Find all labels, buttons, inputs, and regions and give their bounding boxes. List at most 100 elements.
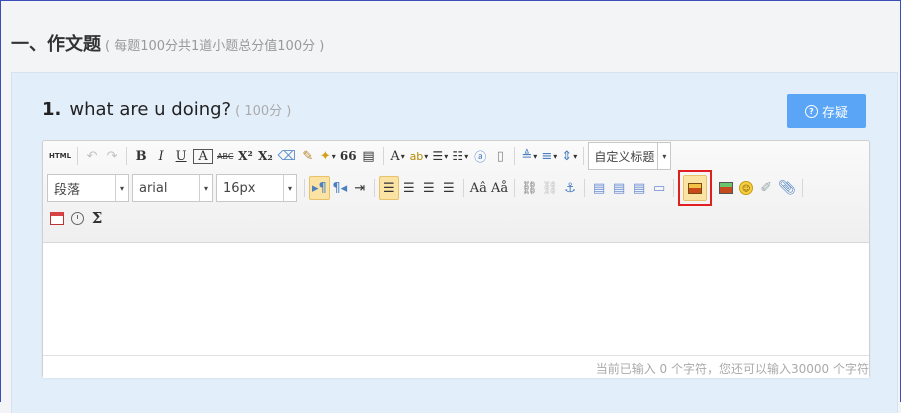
toolbar-separator <box>514 179 516 197</box>
toolbar-row-3: Σ <box>47 204 107 232</box>
line-spacing-icon[interactable]: ≜ ▾ <box>519 146 539 166</box>
paragraph-spacing-icon[interactable]: ≡ ▾ <box>539 146 559 166</box>
blockquote-button[interactable]: 66 <box>338 146 359 166</box>
align-center-icon[interactable]: ☰ <box>399 178 419 198</box>
question-points: ( 100分 ) <box>235 104 292 119</box>
unordered-list-icon[interactable]: ☷ ▾ <box>450 146 470 166</box>
smiley-icon: ☺ <box>739 181 754 195</box>
uppercase-icon[interactable]: Aâ <box>468 178 489 198</box>
ordered-list-icon[interactable]: ☰ ▾ <box>430 146 450 166</box>
insert-text-icon[interactable]: ⓐ <box>470 146 490 166</box>
font-color-button[interactable]: A ▾ <box>388 146 408 166</box>
rtl-direction-icon[interactable]: ¶◂ <box>330 178 350 198</box>
multi-image-icon <box>719 182 734 194</box>
doubt-button-label: 存疑 <box>821 105 848 121</box>
mark-doubt-button[interactable]: ? 存疑 <box>787 94 866 128</box>
underline-button[interactable]: U <box>171 146 191 166</box>
row-spacing-icon[interactable]: ⇕ ▾ <box>559 146 579 166</box>
editor-toolbar: HTML ↶ ↷ B I U A ABC X² X₂ ⌫ ✎ ✦ ▾ 66 ▤ A… <box>43 141 869 243</box>
anchor-icon[interactable]: ⚓ <box>560 178 580 198</box>
toolbar-row-2: 段落 ▾ arial ▾ 16px ▾ ▸¶ ¶◂ ⇥ ☰ ☰ ☰ ☰ Aâ A… <box>47 170 807 206</box>
scrawl-icon[interactable]: ✐ <box>756 178 776 198</box>
strikethrough-button[interactable]: ABC <box>215 146 235 166</box>
question-number: 1. <box>42 99 62 120</box>
chevron-down-icon: ▾ <box>115 175 128 201</box>
custom-heading-select[interactable]: 自定义标题 ▾ <box>588 142 672 170</box>
image-float-right-icon[interactable]: ▤ <box>629 178 649 198</box>
format-brush-icon[interactable]: ✎ <box>298 146 318 166</box>
paragraph-format-value: 段落 <box>54 182 81 198</box>
question-mark-icon: ? <box>804 104 818 118</box>
align-right-icon[interactable]: ☰ <box>419 178 439 198</box>
calendar-icon <box>50 211 64 225</box>
unlink-icon[interactable]: ⛓ <box>540 178 561 198</box>
link-icon[interactable]: ⛓ <box>519 178 540 198</box>
html-source-button[interactable]: HTML <box>47 146 73 166</box>
image-float-none-icon[interactable]: ▤ <box>589 178 609 198</box>
font-size-select[interactable]: 16px ▾ <box>216 174 297 202</box>
question-title: 1. what are u doing? ( 100分 ) <box>42 99 291 120</box>
clock-icon <box>70 211 84 225</box>
redo-icon[interactable]: ↷ <box>102 146 122 166</box>
blank-page-icon[interactable]: ▯ <box>490 146 510 166</box>
image-center-icon[interactable]: ▭ <box>649 178 669 198</box>
custom-heading-value: 自定义标题 <box>594 149 655 164</box>
toolbar-separator <box>304 179 305 197</box>
paste-plain-icon[interactable]: ▤ <box>359 146 379 166</box>
bold-button[interactable]: B <box>131 146 151 166</box>
font-family-select[interactable]: arial ▾ <box>132 174 213 202</box>
superscript-button[interactable]: X² <box>235 146 255 166</box>
section-title: 一、作文题 <box>11 34 101 55</box>
window-border-top <box>0 0 901 1</box>
highlight-color-icon[interactable]: ab ▾ <box>408 146 431 166</box>
rich-text-editor: HTML ↶ ↷ B I U A ABC X² X₂ ⌫ ✎ ✦ ▾ 66 ▤ A… <box>42 140 870 378</box>
align-justify-icon[interactable]: ☰ <box>439 178 459 198</box>
undo-icon[interactable]: ↶ <box>82 146 102 166</box>
question-panel: 1. what are u doing? ( 100分 ) ? 存疑 HTML … <box>11 72 898 413</box>
formula-button[interactable]: Σ <box>87 208 107 228</box>
font-color-label: A <box>390 148 400 164</box>
paragraph-format-select[interactable]: 段落 ▾ <box>47 174 129 202</box>
toolbar-separator <box>77 147 79 165</box>
font-border-button[interactable]: A <box>193 148 214 164</box>
editor-content-area[interactable] <box>43 243 869 355</box>
italic-button[interactable]: I <box>151 146 171 166</box>
toolbar-separator <box>801 179 803 197</box>
chevron-down-icon: ▾ <box>199 175 212 201</box>
magic-wand-icon[interactable]: ✦ ▾ <box>318 146 338 166</box>
indent-icon[interactable]: ⇥ <box>350 178 370 198</box>
insert-time-button[interactable] <box>67 208 87 228</box>
chevron-down-icon: ▾ <box>283 175 296 201</box>
toolbar-separator <box>514 147 516 165</box>
section-meta: ( 每题100分共1道小题总分值100分 ) <box>105 39 325 54</box>
toolbar-separator <box>673 179 675 197</box>
character-count-text: 当前已输入 0 个字符，您还可以输入30000 个字符 <box>595 362 869 376</box>
insert-image-button[interactable] <box>683 175 708 201</box>
font-size-value: 16px <box>223 180 256 196</box>
eraser-icon[interactable]: ⌫ <box>275 146 297 166</box>
lowercase-icon[interactable]: Aå <box>489 178 510 198</box>
subscript-button[interactable]: X₂ <box>255 146 275 166</box>
font-family-value: arial <box>139 180 168 196</box>
toolbar-separator <box>584 179 586 197</box>
ltr-direction-icon[interactable]: ▸¶ <box>309 176 330 200</box>
question-text: what are u doing? <box>69 99 232 120</box>
emoticon-button[interactable]: ☺ <box>736 178 756 198</box>
chevron-down-icon: ▾ <box>657 143 670 169</box>
highlighted-insert-image-button[interactable] <box>678 170 713 206</box>
editor-status-bar: 当前已输入 0 个字符，您还可以输入30000 个字符 <box>43 355 869 378</box>
multi-image-button[interactable] <box>716 178 736 198</box>
window-border-left <box>0 0 1 402</box>
toolbar-separator <box>462 179 464 197</box>
toolbar-separator <box>583 147 585 165</box>
align-left-icon[interactable]: ☰ <box>378 176 399 200</box>
section-header: 一、作文题 ( 每题100分共1道小题总分值100分 ) <box>11 30 325 55</box>
insert-date-button[interactable] <box>47 208 67 228</box>
toolbar-separator <box>382 147 384 165</box>
toolbar-separator <box>373 179 375 197</box>
toolbar-separator <box>126 147 128 165</box>
attachment-icon[interactable]: 📎︎ <box>776 178 798 198</box>
toolbar-row-1: HTML ↶ ↷ B I U A ABC X² X₂ ⌫ ✎ ✦ ▾ 66 ▤ A… <box>47 142 672 170</box>
image-float-left-icon[interactable]: ▤ <box>609 178 629 198</box>
image-icon <box>688 182 703 194</box>
